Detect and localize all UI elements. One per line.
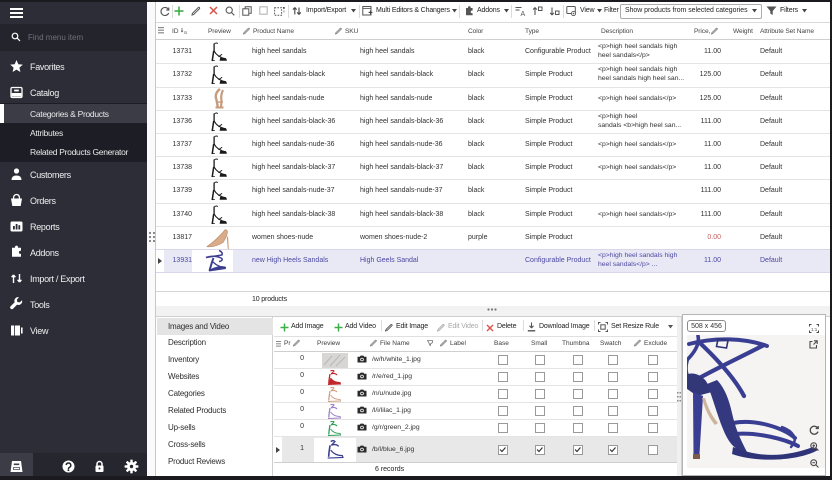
svg-text:A: A xyxy=(521,11,526,16)
svg-text:a: a xyxy=(184,30,187,34)
svg-text:1:1: 1:1 xyxy=(811,327,818,332)
